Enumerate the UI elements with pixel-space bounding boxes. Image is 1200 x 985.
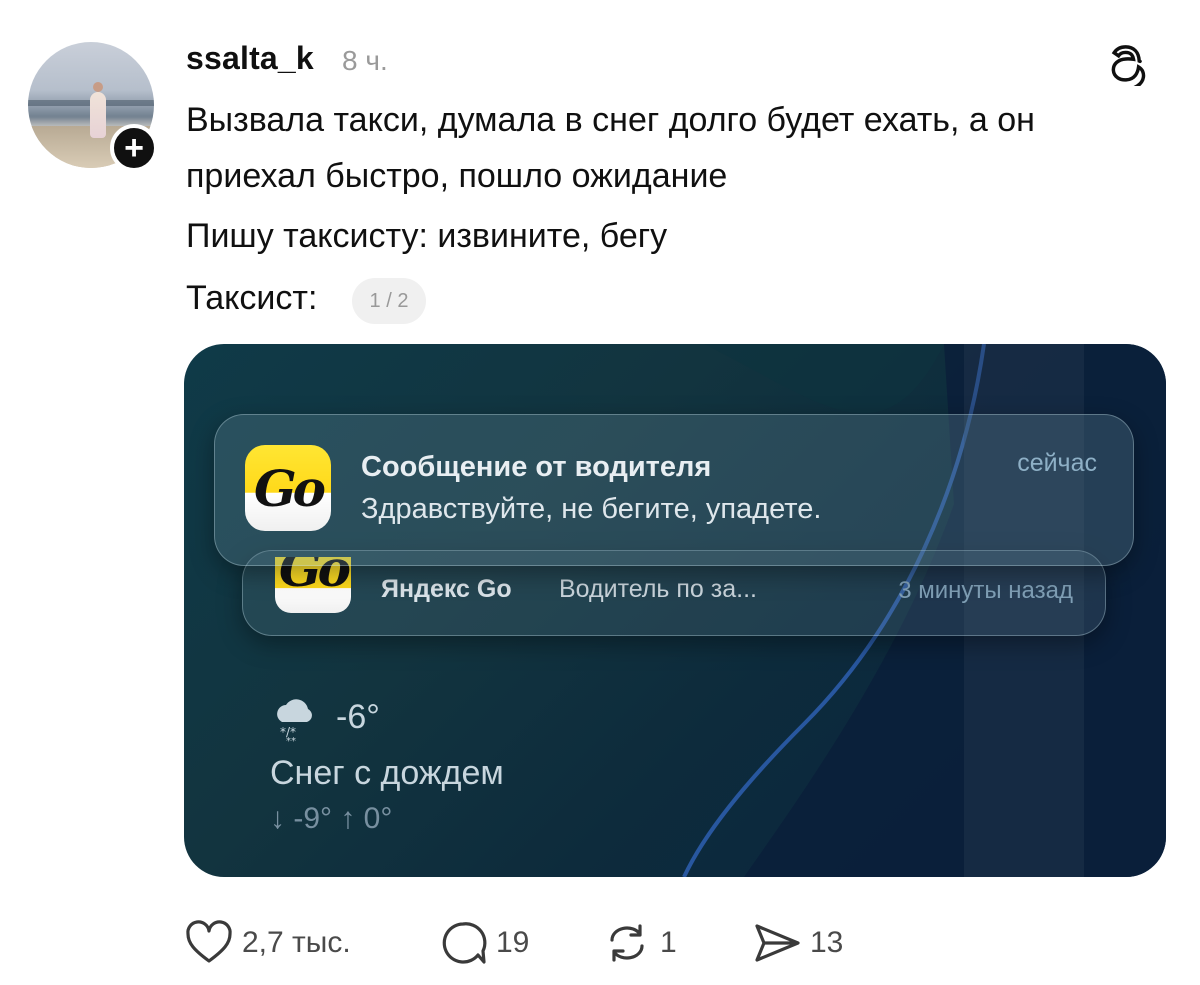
yandex-go-app-icon: Go — [245, 445, 331, 531]
follow-button[interactable]: + — [110, 124, 158, 172]
post-media-image[interactable]: Go Яндекс Go Водитель по за... 3 минуты … — [184, 344, 1166, 877]
weather-temperature: -6° — [336, 698, 380, 736]
comment-icon — [442, 922, 487, 964]
post-text-line: приехал быстро, пошло ожидание — [186, 157, 728, 195]
notification-time: сейчас — [1017, 449, 1097, 477]
notification-app-name: Яндекс Go — [381, 575, 512, 603]
threads-logo-icon — [1111, 45, 1146, 86]
heart-icon — [186, 920, 232, 963]
avatar-person — [90, 82, 106, 138]
action-bar: 2,7 тыс. 19 1 13 — [184, 915, 884, 971]
notification-body: Водитель по за... — [559, 575, 757, 603]
share-count: 13 — [810, 926, 844, 959]
like-button[interactable]: 2,7 тыс. — [184, 915, 351, 971]
share-button[interactable]: 13 — [752, 915, 843, 971]
weather-range: ↓ -9° ↑ 0° — [270, 802, 393, 835]
reply-count: 19 — [496, 926, 530, 959]
repost-button[interactable]: 1 — [602, 915, 677, 971]
weather-condition: Снег с дождем — [270, 754, 504, 792]
svg-text:**: ** — [286, 736, 296, 744]
repost-icon — [610, 924, 644, 962]
notification-body: Здравствуйте, не бегите, упадете. — [361, 493, 822, 525]
post-text-line: Вызвала такси, думала в снег долго будет… — [186, 101, 1035, 139]
notification-main[interactable]: Go Сообщение от водителя Здравствуйте, н… — [214, 414, 1134, 566]
post-text-line: Пишу таксисту: извините, бегу — [186, 217, 668, 255]
plus-icon: + — [124, 129, 144, 167]
threads-post: + ssalta_k 8 ч. Вызвала такси, думала в … — [0, 0, 1200, 985]
username[interactable]: ssalta_k — [186, 40, 314, 77]
post-time: 8 ч. — [342, 45, 388, 76]
repost-count: 1 — [660, 926, 677, 959]
media-counter-badge: 1 / 2 — [352, 278, 426, 324]
send-icon — [755, 924, 800, 962]
post-text-line: Таксист: — [186, 279, 318, 317]
cloud-snow-rain-icon: */* ** — [277, 699, 312, 744]
notification-time: 3 минуты назад — [898, 577, 1073, 604]
like-count: 2,7 тыс. — [242, 926, 351, 959]
notification-title: Сообщение от водителя — [361, 451, 712, 483]
reply-button[interactable]: 19 — [438, 915, 529, 971]
